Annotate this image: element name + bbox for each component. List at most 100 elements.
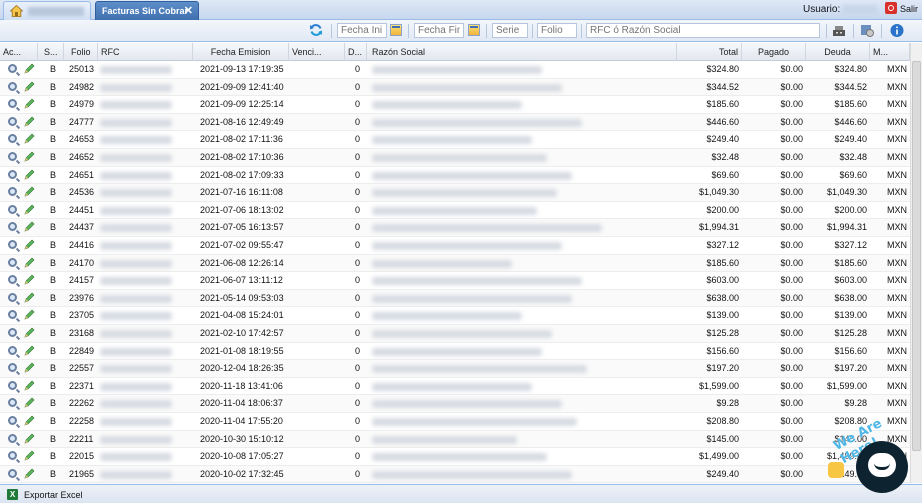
table-row[interactable]: B 21965 2020-10-02 17:32:45 0 $249.40 $0.00 $2…: [0, 465, 910, 483]
configure-icon[interactable]: [859, 23, 875, 38]
edit-pencil-icon[interactable]: [24, 151, 35, 162]
view-magnifier-icon[interactable]: [8, 240, 17, 249]
edit-pencil-icon[interactable]: [24, 450, 35, 461]
rfc-razon-search-field[interactable]: [586, 23, 820, 38]
edit-pencil-icon[interactable]: [24, 433, 35, 444]
edit-pencil-icon[interactable]: [24, 380, 35, 391]
table-row[interactable]: B 24451 2021-07-06 18:13:02 0 $200.00 $0.00 $2…: [0, 202, 910, 220]
serie-field[interactable]: [492, 23, 528, 38]
tab-facturas-sin-cobrar[interactable]: Facturas Sin Cobrar ✕: [95, 1, 199, 20]
edit-pencil-icon[interactable]: [24, 221, 35, 232]
view-magnifier-icon[interactable]: [8, 152, 17, 161]
col-header-vencimiento[interactable]: Venci...: [289, 43, 345, 61]
view-magnifier-icon[interactable]: [8, 416, 17, 425]
table-row[interactable]: B 24979 2021-09-09 12:25:14 0 $185.60 $0.00 $1…: [0, 96, 910, 114]
col-header-deuda[interactable]: Deuda: [806, 43, 870, 61]
tab-home[interactable]: [3, 1, 91, 20]
fecha-ini-field[interactable]: [337, 23, 387, 38]
calendar-icon[interactable]: [468, 24, 480, 36]
export-excel-button[interactable]: Exportar Excel: [24, 490, 83, 500]
logout-link[interactable]: Salir: [900, 4, 918, 14]
col-header-dias[interactable]: D...: [345, 43, 367, 61]
table-row[interactable]: B 24157 2021-06-07 13:11:12 0 $603.00 $0.00 $6…: [0, 272, 910, 290]
table-row[interactable]: B 22371 2020-11-18 13:41:06 0 $1,599.00 $0.00…: [0, 378, 910, 396]
logout-icon[interactable]: [885, 2, 897, 14]
col-header-acciones[interactable]: Ac...: [0, 43, 38, 61]
edit-pencil-icon[interactable]: [24, 274, 35, 285]
scrollbar-thumb[interactable]: [912, 61, 921, 451]
edit-pencil-icon[interactable]: [24, 239, 35, 250]
edit-pencil-icon[interactable]: [24, 397, 35, 408]
view-magnifier-icon[interactable]: [8, 363, 17, 373]
table-row[interactable]: B 24651 2021-08-02 17:09:33 0 $69.60 $0.00 $69…: [0, 167, 910, 185]
table-row[interactable]: B 23976 2021-05-14 09:53:03 0 $638.00 $0.00 $6…: [0, 289, 910, 308]
view-magnifier-icon[interactable]: [8, 292, 17, 302]
table-row[interactable]: B 22015 2020-10-08 17:05:27 0 $1,499.00 $0.00…: [0, 448, 910, 466]
view-magnifier-icon[interactable]: [8, 222, 17, 232]
view-magnifier-icon[interactable]: [8, 380, 17, 390]
calendar-icon[interactable]: [390, 24, 402, 36]
edit-pencil-icon[interactable]: [24, 257, 35, 268]
table-row[interactable]: B 24170 2021-06-08 12:26:14 0 $185.60 $0.00 $1…: [0, 254, 910, 273]
close-tab-icon[interactable]: ✕: [184, 4, 193, 17]
col-header-serie[interactable]: S...: [38, 43, 64, 61]
col-header-moneda[interactable]: M...: [870, 43, 910, 61]
table-row[interactable]: B 24536 2021-07-16 16:11:08 0 $1,049.30 $0.00…: [0, 184, 910, 202]
cash-register-icon[interactable]: [831, 23, 847, 38]
fecha-fin-field[interactable]: [414, 23, 464, 38]
table-row[interactable]: B 23705 2021-04-08 15:24:01 0 $139.00 $0.00 $1…: [0, 307, 910, 325]
edit-pencil-icon[interactable]: [24, 116, 35, 127]
edit-pencil-icon[interactable]: [24, 345, 35, 356]
view-magnifier-icon[interactable]: [8, 451, 17, 461]
view-magnifier-icon[interactable]: [8, 310, 17, 320]
table-row[interactable]: B 24437 2021-07-05 16:13:57 0 $1,994.31 $0.00…: [0, 219, 910, 237]
view-magnifier-icon[interactable]: [8, 81, 17, 91]
col-header-folio[interactable]: Folio: [64, 43, 98, 61]
edit-pencil-icon[interactable]: [24, 186, 35, 197]
view-magnifier-icon[interactable]: [8, 345, 17, 355]
table-row[interactable]: B 22849 2021-01-08 18:19:55 0 $156.60 $0.00 $1…: [0, 343, 910, 361]
edit-pencil-icon[interactable]: [24, 292, 35, 303]
view-magnifier-icon[interactable]: [8, 204, 17, 214]
col-header-total[interactable]: Total: [677, 43, 742, 61]
table-row[interactable]: B 24653 2021-08-02 17:11:36 0 $249.40 $0.00 $2…: [0, 131, 910, 149]
edit-pencil-icon[interactable]: [24, 98, 35, 109]
folio-field[interactable]: [537, 23, 577, 38]
table-row[interactable]: B 22557 2020-12-04 18:26:35 0 $197.20 $0.00 $1…: [0, 360, 910, 378]
info-icon[interactable]: [889, 23, 905, 38]
table-row[interactable]: B 23168 2021-02-10 17:42:57 0 $125.28 $0.00 $1…: [0, 325, 910, 343]
edit-pencil-icon[interactable]: [24, 415, 35, 426]
view-magnifier-icon[interactable]: [8, 257, 17, 267]
edit-pencil-icon[interactable]: [24, 63, 35, 74]
view-magnifier-icon[interactable]: [8, 328, 17, 337]
table-row[interactable]: B 24982 2021-09-09 12:41:40 0 $344.52 $0.00 $3…: [0, 78, 910, 97]
table-row[interactable]: B 22258 2020-11-04 17:55:20 0 $208.80 $0.00 $2…: [0, 413, 910, 431]
table-row[interactable]: B 24652 2021-08-02 17:10:36 0 $32.48 $0.00 $32…: [0, 149, 910, 167]
chat-bubble-icon[interactable]: [856, 441, 908, 493]
view-magnifier-icon[interactable]: [8, 64, 17, 73]
col-header-pagado[interactable]: Pagado: [742, 43, 806, 61]
edit-pencil-icon[interactable]: [24, 362, 35, 373]
view-magnifier-icon[interactable]: [8, 275, 17, 285]
table-row[interactable]: B 25013 2021-09-13 17:19:35 0 $324.80 $0.00 $3…: [0, 61, 910, 79]
table-row[interactable]: B 22262 2020-11-04 18:06:37 0 $9.28 $0.00 $9.2…: [0, 395, 910, 413]
view-magnifier-icon[interactable]: [8, 169, 17, 179]
edit-pencil-icon[interactable]: [24, 81, 35, 92]
view-magnifier-icon[interactable]: [8, 99, 17, 109]
view-magnifier-icon[interactable]: [8, 116, 17, 126]
view-magnifier-icon[interactable]: [8, 398, 17, 408]
refresh-icon[interactable]: [309, 23, 323, 37]
edit-pencil-icon[interactable]: [24, 169, 35, 180]
edit-pencil-icon[interactable]: [24, 204, 35, 215]
view-magnifier-icon[interactable]: [8, 187, 17, 197]
view-magnifier-icon[interactable]: [8, 433, 17, 443]
table-row[interactable]: B 24416 2021-07-02 09:55:47 0 $327.12 $0.00 $3…: [0, 237, 910, 255]
view-magnifier-icon[interactable]: [8, 468, 17, 478]
edit-pencil-icon[interactable]: [24, 309, 35, 320]
edit-pencil-icon[interactable]: [24, 327, 35, 338]
excel-icon[interactable]: X: [7, 489, 18, 500]
col-header-razon-social[interactable]: Razón Social: [367, 43, 677, 61]
edit-pencil-icon[interactable]: [24, 468, 35, 479]
col-header-rfc[interactable]: RFC: [98, 43, 193, 61]
table-row[interactable]: B 22211 2020-10-30 15:10:12 0 $145.00 $0.00 $1…: [0, 430, 910, 449]
